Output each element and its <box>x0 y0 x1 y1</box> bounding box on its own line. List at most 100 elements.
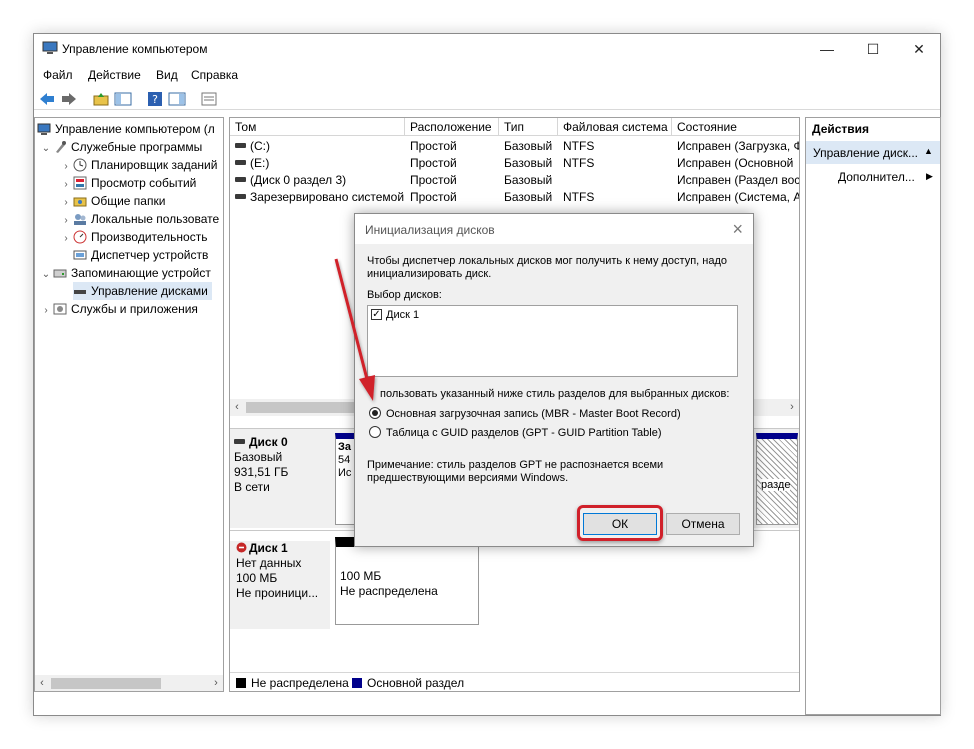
column-header-filesystem[interactable]: Файловая система <box>558 118 672 136</box>
disk1-unallocated-partition[interactable]: 100 МБ Не распределена <box>335 537 479 625</box>
tree-item-label: Локальные пользовате <box>91 212 220 226</box>
table-row[interactable]: (Диск 0 раздел 3) Простой Базовый Исправ… <box>230 172 799 189</box>
mbr-label[interactable]: Основная загрузочная запись (MBR - Maste… <box>386 408 681 421</box>
tree-item-label: Планировщик заданий <box>91 158 218 172</box>
help-icon[interactable]: ? <box>146 91 164 107</box>
tree-item-task-scheduler[interactable]: › Планировщик заданий <box>59 156 217 174</box>
partition-size: 54 <box>338 454 351 466</box>
chevron-down-icon[interactable]: ⌄ <box>39 140 53 158</box>
performance-icon <box>73 230 87 244</box>
tree-item-storage[interactable]: ⌄ Запоминающие устройст <box>39 264 211 282</box>
disk-listbox[interactable]: ✓ Диск 1 <box>367 305 738 377</box>
table-row[interactable]: Зарезервировано системой Простой Базовый… <box>230 189 799 206</box>
partition-size: 100 МБ <box>340 569 382 583</box>
chevron-right-icon[interactable]: › <box>59 230 73 248</box>
column-header-volume[interactable]: Том <box>230 118 405 136</box>
scrollbar-thumb[interactable] <box>51 678 161 689</box>
tree-root-computer-management[interactable]: Управление компьютером (л <box>37 120 215 138</box>
tree-item-label: Службы и приложения <box>71 302 198 316</box>
users-icon <box>74 214 86 225</box>
navigation-tree: Управление компьютером (л ⌄ Служебные про… <box>34 117 224 692</box>
scroll-left-icon[interactable]: ‹ <box>230 399 244 416</box>
forward-arrow-icon[interactable] <box>60 91 78 107</box>
tools-icon <box>56 141 66 153</box>
computer-management-icon <box>42 41 58 54</box>
menu-file[interactable]: Файл <box>43 68 73 82</box>
table-row[interactable]: (C:) Простой Базовый NTFS Исправен (Загр… <box>230 138 799 155</box>
computer-icon <box>37 123 51 135</box>
partition-status: Ис <box>338 467 352 479</box>
tree-item-label: Запоминающие устройст <box>71 266 211 280</box>
close-icon[interactable]: × <box>732 219 743 240</box>
volume-icon <box>235 177 246 182</box>
show-hide-tree-icon[interactable] <box>114 91 132 107</box>
event-viewer-icon <box>73 176 87 190</box>
column-header-layout[interactable]: Расположение <box>405 118 499 136</box>
submenu-arrow-icon[interactable]: ▶ <box>926 171 933 182</box>
up-folder-icon[interactable] <box>92 91 110 107</box>
disk-icon <box>234 439 245 444</box>
dialog-title-bar: Инициализация дисков × <box>355 214 753 244</box>
collapse-up-icon[interactable]: ▲ <box>924 146 933 156</box>
volume-status: Исправен (Система, А <box>677 190 800 204</box>
svg-text:?: ? <box>152 93 158 106</box>
action-pane-icon[interactable] <box>168 91 186 107</box>
table-row[interactable]: (E:) Простой Базовый NTFS Исправен (Осно… <box>230 155 799 172</box>
disk0-partition-recovery[interactable]: разде <box>756 433 798 525</box>
tree-item-label: Общие папки <box>91 194 166 208</box>
menu-action[interactable]: Действие <box>88 68 141 82</box>
tree-item-label: Служебные программы <box>71 140 203 154</box>
disk-error-icon <box>236 542 247 553</box>
tree-item-device-manager[interactable]: Диспетчер устройств <box>73 246 208 264</box>
tree-item-services-apps[interactable]: › Службы и приложения <box>39 300 198 318</box>
tree-item-event-viewer[interactable]: › Просмотр событий <box>59 174 196 192</box>
menu-view[interactable]: Вид <box>156 68 178 82</box>
column-header-type[interactable]: Тип <box>499 118 558 136</box>
maximize-button[interactable]: ☐ <box>850 34 896 64</box>
volume-layout: Простой <box>410 173 457 187</box>
column-header-status[interactable]: Состояние <box>672 118 799 136</box>
volume-filesystem: NTFS <box>563 156 595 170</box>
volume-status: Исправен (Основной <box>677 156 794 170</box>
scroll-right-icon[interactable]: › <box>785 399 799 416</box>
chevron-right-icon[interactable]: › <box>39 302 53 320</box>
disk1-name: Диск 1 <box>249 541 288 555</box>
back-arrow-icon[interactable] <box>38 91 56 107</box>
scroll-right-icon[interactable]: › <box>209 675 223 691</box>
volume-name: (E:) <box>250 156 270 170</box>
scroll-left-icon[interactable]: ‹ <box>35 675 49 691</box>
disk0-label[interactable]: Диск 0 Базовый 931,51 ГБ В сети <box>234 435 330 495</box>
gpt-radio[interactable] <box>369 426 381 438</box>
disk1-status: Не проиници... <box>236 586 319 600</box>
menu-help[interactable]: Справка <box>191 68 238 82</box>
legend-unallocated: Не распределена <box>251 676 349 690</box>
cancel-button[interactable]: Отмена <box>666 513 740 535</box>
volume-list-header: Том Расположение Тип Файловая система Со… <box>230 118 799 136</box>
close-button[interactable]: ✕ <box>896 34 942 64</box>
minimize-button[interactable]: — <box>804 34 850 64</box>
volume-name: Зарезервировано системой <box>250 190 405 204</box>
tree-horizontal-scrollbar[interactable]: ‹ › <box>35 675 223 691</box>
gpt-label[interactable]: Таблица с GUID разделов (GPT - GUID Part… <box>386 427 662 440</box>
volume-layout: Простой <box>410 156 457 170</box>
volume-filesystem: NTFS <box>563 190 595 204</box>
window-title: Управление компьютером <box>62 42 208 56</box>
tree-item-shared-folders[interactable]: › Общие папки <box>59 192 165 210</box>
tree-item-local-users[interactable]: › Локальные пользовате <box>59 210 219 228</box>
tree-item-performance[interactable]: › Производительность <box>59 228 207 246</box>
legend-primary: Основной раздел <box>367 676 465 690</box>
tree-item-system-tools[interactable]: ⌄ Служебные программы <box>39 138 202 156</box>
actions-more[interactable]: Дополнител... <box>838 170 915 184</box>
chevron-down-icon[interactable]: ⌄ <box>39 266 53 284</box>
tree-item-disk-management[interactable]: Управление дисками <box>73 282 212 300</box>
actions-disk-management[interactable]: Управление диск... ▲ <box>806 141 940 164</box>
disk1-label[interactable]: Диск 1 Нет данных 100 МБ Не проиници... <box>230 541 330 629</box>
disk-icon <box>74 290 86 294</box>
legend-swatch-primary <box>352 678 362 688</box>
disk1-type: Нет данных <box>236 556 302 570</box>
properties-icon[interactable] <box>200 91 218 107</box>
menu-bar: Файл Действие Вид Справка <box>34 65 940 85</box>
tree-item-label: Управление дисками <box>91 284 208 298</box>
gpt-note-text: Примечание: стиль разделов GPT не распоз… <box>367 459 664 484</box>
volume-layout: Простой <box>410 139 457 153</box>
